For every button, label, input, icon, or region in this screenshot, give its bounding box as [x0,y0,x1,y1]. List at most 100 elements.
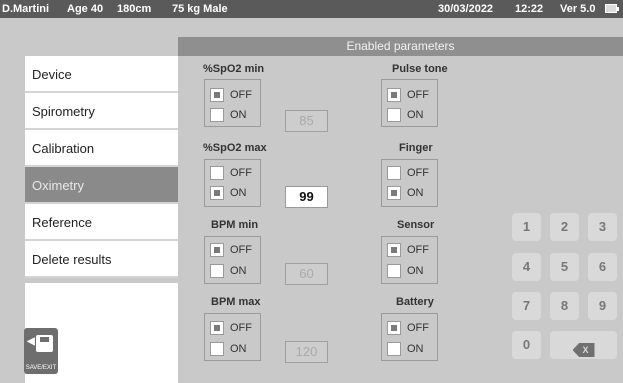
finger-on-checkbox[interactable] [387,186,401,200]
software-version: Ver 5.0 [560,3,596,15]
option-label: ON [407,109,424,121]
bpm-max-off-option[interactable]: OFF [210,320,260,338]
sensor-on-checkbox[interactable] [387,264,401,278]
spo2-min-on-option[interactable]: ON [210,107,260,125]
bpm-max-title: BPM max [211,296,261,308]
keypad-key-0[interactable]: 0 [512,331,541,359]
spo2-min-value[interactable]: 85 [285,110,328,132]
bpm-min-off-checkbox[interactable] [210,243,224,257]
battery-off-option[interactable]: OFF [387,320,437,338]
pulse-tone-on-checkbox[interactable] [387,108,401,122]
bpm-max-off-checkbox[interactable] [210,321,224,335]
pulse-tone-on-option[interactable]: ON [387,107,437,125]
sensor-off-checkbox[interactable] [387,243,401,257]
battery-title: Battery [396,296,434,308]
option-label: OFF [407,89,429,101]
option-label: ON [230,109,247,121]
finger-on-option[interactable]: ON [387,185,437,203]
spo2-min-title: %SpO2 min [203,63,265,75]
page-title: Enabled parameters [178,37,623,56]
bpm-min-toggle-group: OFF ON [204,236,261,284]
current-date: 30/03/2022 [438,3,494,15]
patient-name: D.Martini [2,3,50,15]
option-label: OFF [407,322,429,334]
patient-height: 180cm [117,3,152,15]
patient-age: Age 40 [67,3,104,15]
spo2-max-title: %SpO2 max [203,142,267,154]
keypad-backspace-button[interactable]: X [550,331,617,359]
spo2-max-on-option[interactable]: ON [210,185,260,203]
bpm-min-on-checkbox[interactable] [210,264,224,278]
option-label: OFF [230,89,252,101]
sidebar-item-device[interactable]: Device [25,56,178,93]
option-label: ON [230,343,247,355]
spo2-min-on-checkbox[interactable] [210,108,224,122]
bpm-max-on-option[interactable]: ON [210,341,260,359]
option-label: OFF [230,167,252,179]
spo2-max-value[interactable]: 99 [285,186,328,208]
pulse-tone-title: Pulse tone [392,63,448,75]
option-label: ON [407,187,424,199]
spo2-min-off-option[interactable]: OFF [210,87,260,105]
parameters-panel: %SpO2 min OFF ON 85 %SpO2 max OFF ON 99 … [178,56,623,383]
bpm-max-on-checkbox[interactable] [210,342,224,356]
keypad-key-2[interactable]: 2 [550,213,579,241]
keypad-key-1[interactable]: 1 [512,213,541,241]
battery-on-checkbox[interactable] [387,342,401,356]
battery-icon [605,4,619,13]
backspace-icon: X [572,343,595,357]
keypad-key-4[interactable]: 4 [512,253,541,281]
save-exit-button[interactable]: ◀ SAVE/EXIT [24,328,58,374]
finger-title: Finger [399,142,433,154]
option-label: ON [407,265,424,277]
floppy-disk-icon [36,335,53,352]
sensor-title: Sensor [397,219,435,231]
spo2-min-toggle-group: OFF ON [204,79,261,127]
pulse-tone-toggle-group: OFF ON [381,79,438,127]
sidebar-item-calibration[interactable]: Calibration [25,130,178,167]
save-exit-label: SAVE/EXIT [25,365,57,371]
spo2-max-on-checkbox[interactable] [210,186,224,200]
bpm-max-toggle-group: OFF ON [204,313,261,361]
sensor-on-option[interactable]: ON [387,263,437,281]
spo2-max-toggle-group: OFF ON [204,159,261,207]
bpm-min-value[interactable]: 60 [285,263,328,285]
battery-off-checkbox[interactable] [387,321,401,335]
keypad-key-6[interactable]: 6 [588,253,617,281]
keypad-key-9[interactable]: 9 [588,292,617,320]
keypad-key-5[interactable]: 5 [550,253,579,281]
finger-toggle-group: OFF ON [381,159,438,207]
option-label: ON [407,343,424,355]
arrow-left-icon: ◀ [27,336,35,347]
patient-weight-sex: 75 kg Male [172,3,228,15]
bpm-min-title: BPM min [211,219,259,231]
keypad-key-7[interactable]: 7 [512,292,541,320]
finger-off-checkbox[interactable] [387,166,401,180]
pulse-tone-off-checkbox[interactable] [387,88,401,102]
finger-off-option[interactable]: OFF [387,165,437,183]
sidebar-item-oximetry[interactable]: Oximetry [25,167,178,204]
bpm-max-value[interactable]: 120 [285,341,328,363]
sidebar-item-spirometry[interactable]: Spirometry [25,93,178,130]
sidebar-item-reference[interactable]: Reference [25,204,178,241]
spo2-max-off-option[interactable]: OFF [210,165,260,183]
option-label: OFF [407,244,429,256]
spo2-min-off-checkbox[interactable] [210,88,224,102]
option-label: OFF [230,244,252,256]
keypad-key-8[interactable]: 8 [550,292,579,320]
option-label: OFF [407,167,429,179]
spo2-max-off-checkbox[interactable] [210,166,224,180]
status-bar: D.Martini Age 40 180cm 75 kg Male 30/03/… [0,0,623,18]
bpm-min-off-option[interactable]: OFF [210,242,260,260]
current-time: 12:22 [515,3,544,15]
keypad-key-3[interactable]: 3 [588,213,617,241]
sidebar: Device Spirometry Calibration Oximetry R… [25,56,178,278]
sidebar-item-delete-results[interactable]: Delete results [25,241,178,278]
battery-on-option[interactable]: ON [387,341,437,359]
sensor-toggle-group: OFF ON [381,236,438,284]
bpm-min-on-option[interactable]: ON [210,263,260,281]
sensor-off-option[interactable]: OFF [387,242,437,260]
pulse-tone-off-option[interactable]: OFF [387,87,437,105]
battery-toggle-group: OFF ON [381,313,438,361]
option-label: ON [230,187,247,199]
